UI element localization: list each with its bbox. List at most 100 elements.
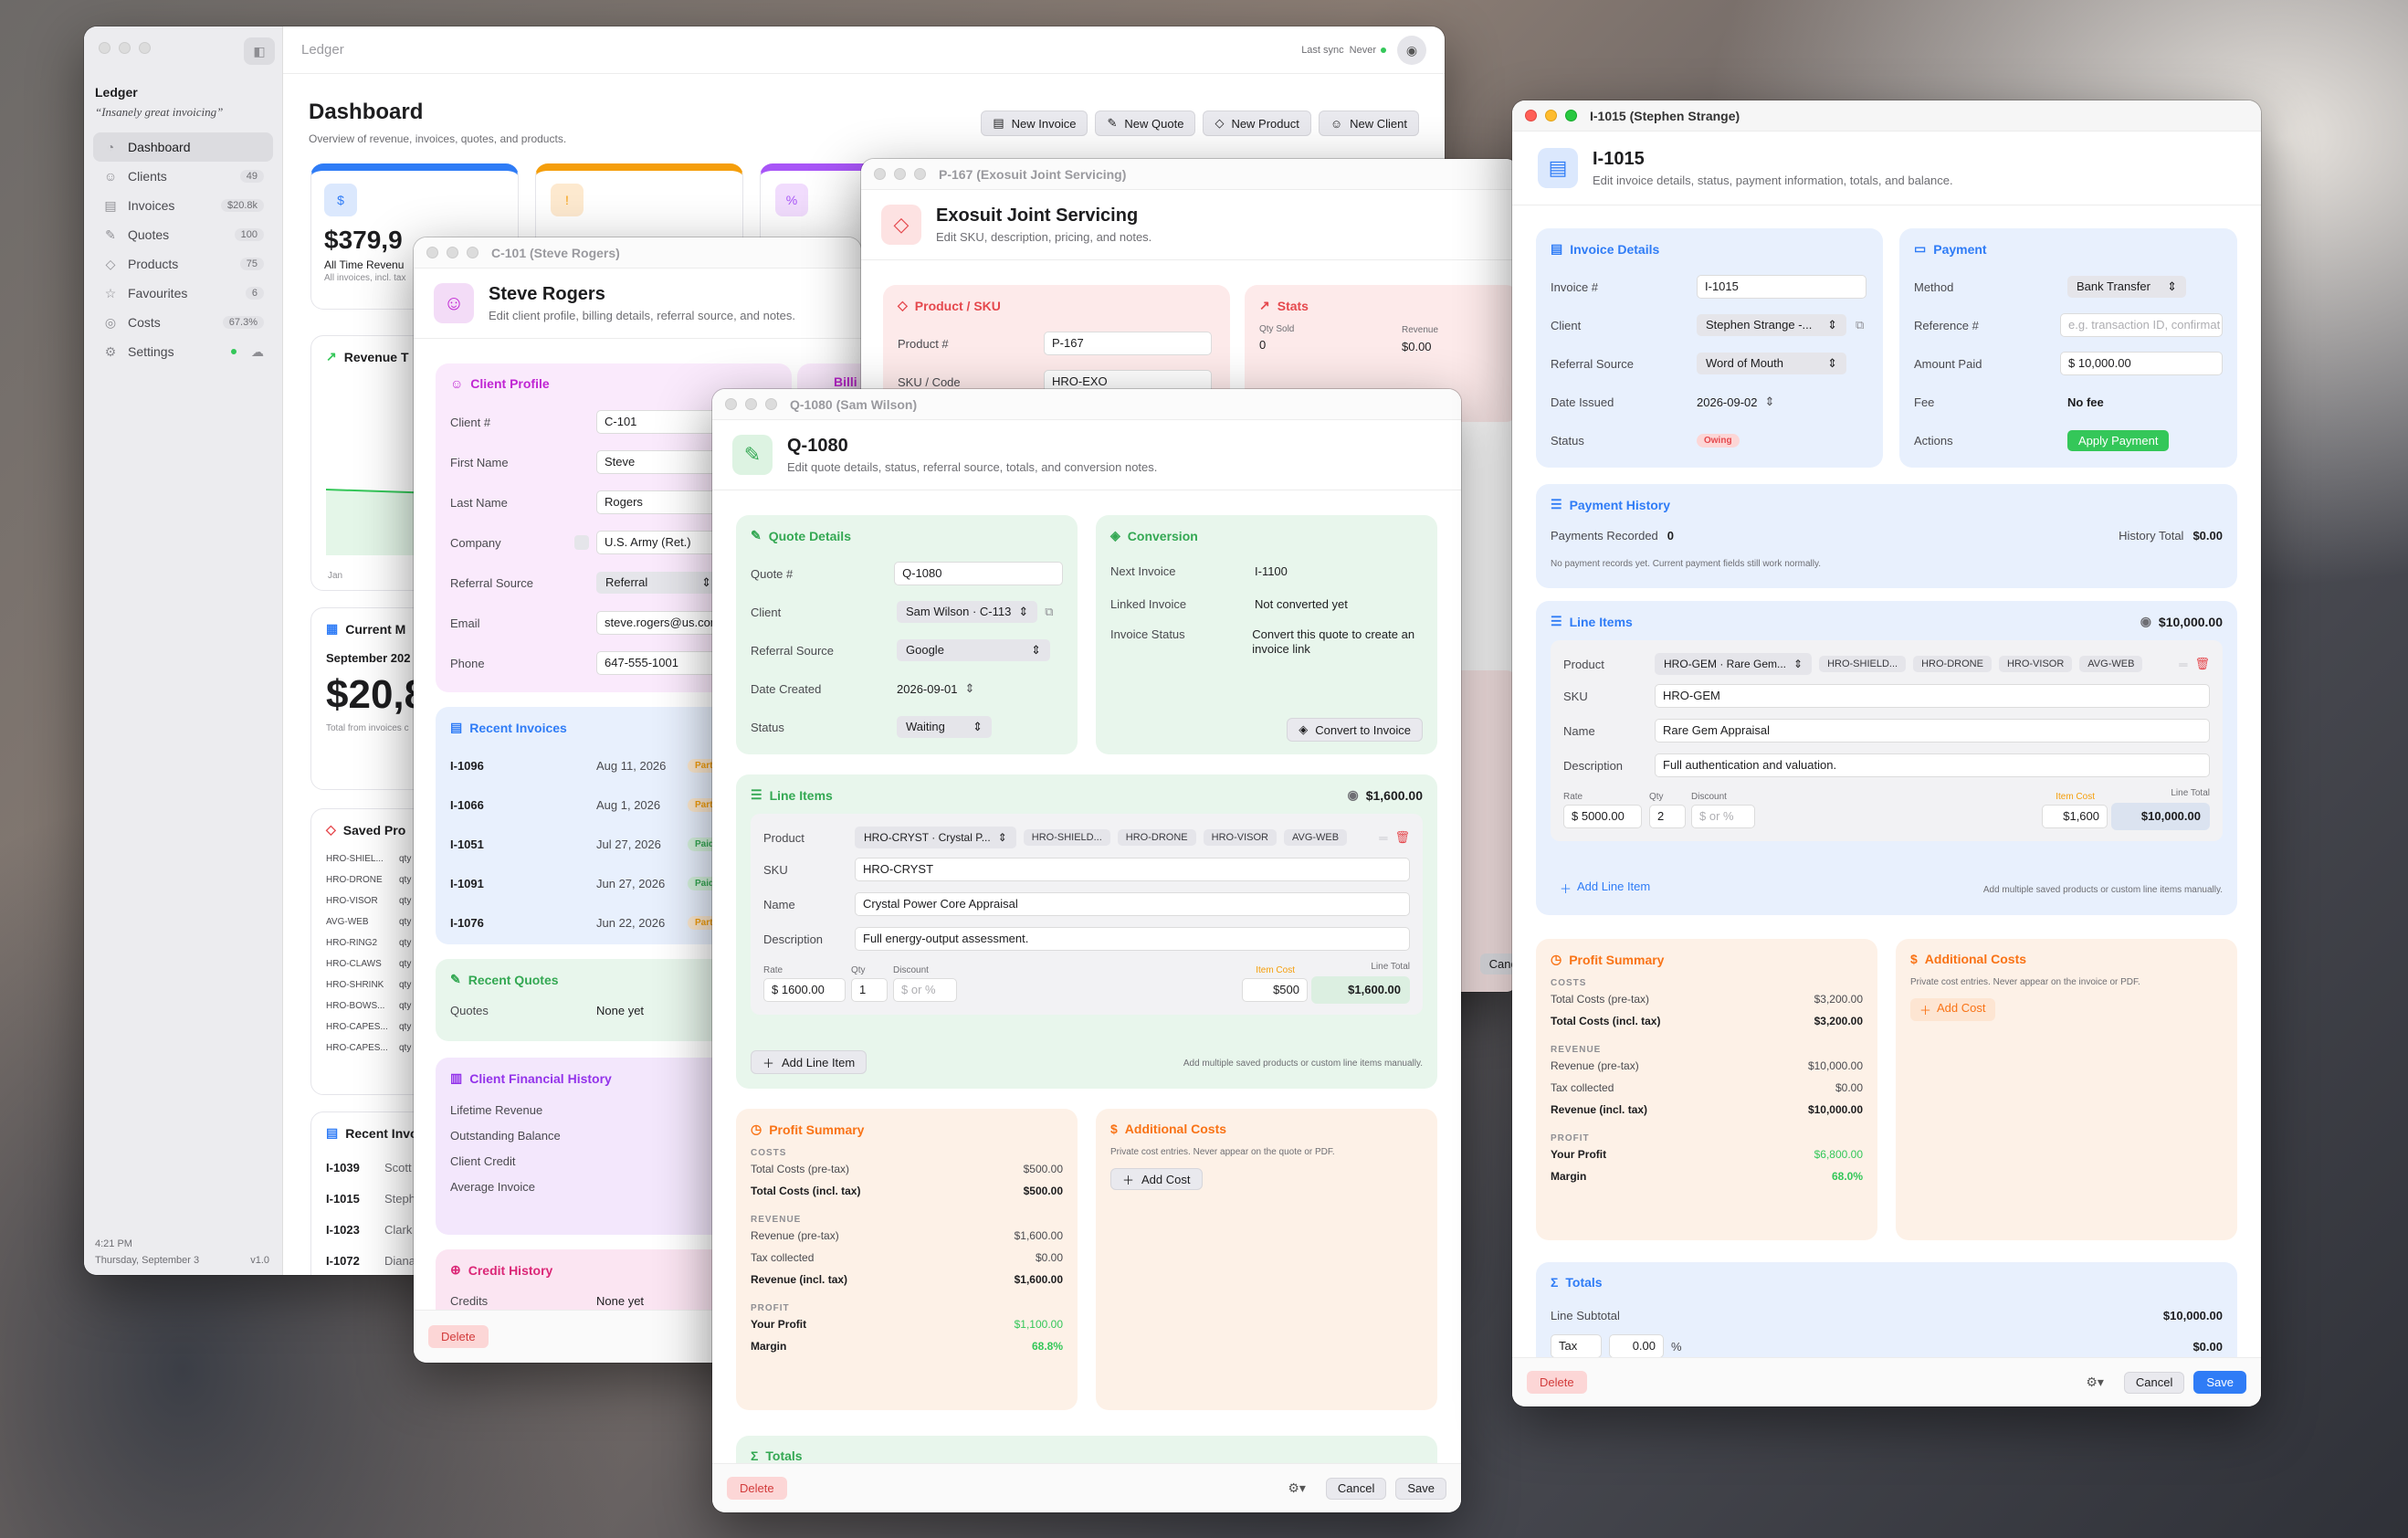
- item-name-field[interactable]: Crystal Power Core Appraisal: [855, 892, 1410, 916]
- favourite-chip[interactable]: HRO-DRONE: [1913, 656, 1992, 672]
- qty-label: qty: [399, 1022, 412, 1032]
- convert-to-invoice-button[interactable]: ◈ Convert to Invoice: [1287, 718, 1423, 742]
- window-controls[interactable]: [1525, 110, 1577, 121]
- eye-icon[interactable]: ◉: [1347, 787, 1358, 803]
- sidebar-item-invoices[interactable]: ▤ Invoices $20.8k: [93, 191, 273, 220]
- eye-icon[interactable]: ◉: [2140, 614, 2151, 629]
- product-header: ◇ Exosuit Joint Servicing Edit SKU, descr…: [861, 190, 1519, 260]
- delete-button[interactable]: Delete: [428, 1325, 489, 1348]
- item-cost-field[interactable]: $1,600: [2042, 805, 2108, 828]
- date-field[interactable]: 2026-09-01: [897, 682, 958, 696]
- rate-field[interactable]: $ 1600.00: [763, 978, 846, 1002]
- item-cost-label: Item Cost: [2056, 792, 2095, 802]
- product-select[interactable]: HRO-CRYST · Crystal P... ⇕: [855, 827, 1016, 848]
- rate-field[interactable]: $ 5000.00: [1563, 805, 1642, 828]
- sidebar-item-clients[interactable]: ☺ Clients 49: [93, 162, 273, 191]
- new-invoice-button[interactable]: ▤ New Invoice: [981, 111, 1088, 136]
- stepper-icon[interactable]: ⇕: [1765, 395, 1775, 409]
- sidebar-item-costs[interactable]: ◎ Costs 67.3%: [93, 308, 273, 337]
- tax-rate-field[interactable]: 0.00: [1609, 1334, 1664, 1358]
- referral-select[interactable]: Word of Mouth ⇕: [1697, 353, 1846, 374]
- reference-field[interactable]: e.g. transaction ID, confirmat: [2060, 313, 2223, 337]
- favourite-chip[interactable]: HRO-VISOR: [1998, 656, 2073, 672]
- product-select[interactable]: HRO-GEM · Rare Gem... ⇕: [1655, 653, 1813, 675]
- add-cost-button[interactable]: ＋ Add Cost: [1910, 998, 1995, 1021]
- window-controls[interactable]: [725, 398, 777, 410]
- apply-payment-button[interactable]: Apply Payment: [2067, 429, 2170, 451]
- qty-field[interactable]: 2: [1649, 805, 1686, 828]
- description-field[interactable]: Full authentication and valuation.: [1655, 753, 2210, 777]
- save-button[interactable]: Save: [1395, 1477, 1446, 1500]
- open-client-icon[interactable]: ⧉: [1045, 605, 1053, 619]
- gear-menu-icon[interactable]: ⚙▾: [2086, 1375, 2104, 1390]
- client-select[interactable]: Sam Wilson · C-113 ⇕: [897, 601, 1038, 623]
- new-product-button[interactable]: ◇ New Product: [1203, 111, 1311, 136]
- client-select[interactable]: Stephen Strange -... ⇕: [1697, 314, 1846, 336]
- product-number-field[interactable]: P-167: [1044, 332, 1212, 355]
- status-select[interactable]: Waiting ⇕: [897, 716, 992, 738]
- status-badge[interactable]: Owing: [1697, 433, 1740, 448]
- payment-method-select[interactable]: Bank Transfer ⇕: [2067, 276, 2186, 298]
- referral-select[interactable]: Referral ⇕: [596, 572, 720, 594]
- cancel-button[interactable]: Cancel: [2123, 1371, 2185, 1394]
- value: $3,200.00: [1814, 1015, 1863, 1027]
- cancel-button[interactable]: Cancel: [1325, 1477, 1387, 1500]
- trash-icon[interactable]: 🗑: [1394, 830, 1410, 845]
- gear-menu-icon[interactable]: ⚙▾: [1288, 1480, 1306, 1496]
- sidebar-item-dashboard[interactable]: ◔ Dashboard: [93, 132, 273, 162]
- sidebar-item-quotes[interactable]: ✎ Quotes 100: [93, 220, 273, 249]
- window-controls[interactable]: [426, 247, 478, 258]
- discount-field[interactable]: $ or %: [1691, 805, 1755, 828]
- favourite-chip[interactable]: HRO-SHIELD...: [1023, 829, 1110, 846]
- trash-icon[interactable]: 🗑: [2194, 657, 2210, 671]
- add-line-item-button[interactable]: ＋ Add Line Item: [751, 1050, 868, 1074]
- add-cost-button[interactable]: ＋ Add Cost: [1110, 1168, 1203, 1190]
- amount-paid-field[interactable]: $ 10,000.00: [2060, 352, 2223, 375]
- new-client-button[interactable]: ☺ New Client: [1318, 111, 1419, 136]
- favourite-chip[interactable]: AVG-WEB: [2079, 656, 2143, 672]
- phonefield[interactable]: 647-555-1001: [596, 651, 726, 675]
- sku-field[interactable]: HRO-GEM: [1655, 684, 2210, 708]
- discount-field[interactable]: $ or %: [893, 978, 957, 1002]
- sku-field[interactable]: HRO-CRYST: [855, 858, 1410, 881]
- delete-button[interactable]: Delete: [727, 1477, 787, 1500]
- qty-field[interactable]: 1: [851, 978, 888, 1002]
- stepper-icon[interactable]: ⇕: [965, 681, 975, 696]
- last-namefield[interactable]: Rogers: [596, 490, 726, 514]
- item-name-field[interactable]: Rare Gem Appraisal: [1655, 719, 2210, 743]
- client-field[interactable]: C-101: [596, 410, 726, 434]
- card-title: Stats: [1277, 298, 1309, 313]
- favourite-chip[interactable]: AVG-WEB: [1283, 829, 1348, 846]
- open-client-icon[interactable]: ⧉: [1856, 318, 1864, 332]
- sidebar-item-settings[interactable]: ⚙ Settings ☁: [93, 337, 273, 366]
- drag-handle-icon[interactable]: ═: [1379, 831, 1387, 845]
- privacy-eye-icon[interactable]: ◉: [1397, 35, 1426, 65]
- referral-select[interactable]: Google ⇕: [897, 639, 1050, 661]
- company-checkbox[interactable]: [574, 535, 589, 550]
- favourite-chip[interactable]: HRO-SHIELD...: [1819, 656, 1907, 672]
- add-line-item-button[interactable]: ＋ Add Line Item: [1560, 880, 1650, 897]
- save-button[interactable]: Save: [2193, 1371, 2246, 1394]
- favourite-chip[interactable]: HRO-VISOR: [1203, 829, 1277, 846]
- description-field[interactable]: Full energy-output assessment.: [855, 927, 1410, 951]
- quote-icon: ✎: [751, 528, 762, 543]
- companyfield[interactable]: U.S. Army (Ret.): [596, 531, 726, 554]
- delete-button[interactable]: Delete: [1527, 1371, 1587, 1394]
- card-title: Conversion: [1127, 528, 1198, 543]
- quote-number-field[interactable]: Q-1080: [894, 562, 1063, 585]
- invoice-number-field[interactable]: I-1015: [1697, 275, 1866, 299]
- card-title: Saved Pro: [342, 822, 406, 837]
- window-controls[interactable]: [874, 168, 926, 180]
- drag-handle-icon[interactable]: ═: [2179, 658, 2187, 671]
- chart-icon: ↗: [326, 349, 337, 363]
- new-quote-button[interactable]: ✎ New Quote: [1095, 111, 1196, 136]
- window-controls[interactable]: [99, 42, 151, 54]
- sidebar-item-products[interactable]: ◇ Products 75: [93, 249, 273, 279]
- date-field[interactable]: 2026-09-02: [1697, 395, 1758, 409]
- item-cost-field[interactable]: $500: [1242, 978, 1308, 1002]
- favourite-chip[interactable]: HRO-DRONE: [1117, 829, 1196, 846]
- first-namefield[interactable]: Steve: [596, 450, 726, 474]
- emailfield[interactable]: steve.rogers@us.com: [596, 611, 726, 635]
- sidebar-toggle-icon[interactable]: ◧: [244, 37, 275, 65]
- sidebar-item-favourites[interactable]: ☆ Favourites 6: [93, 279, 273, 308]
